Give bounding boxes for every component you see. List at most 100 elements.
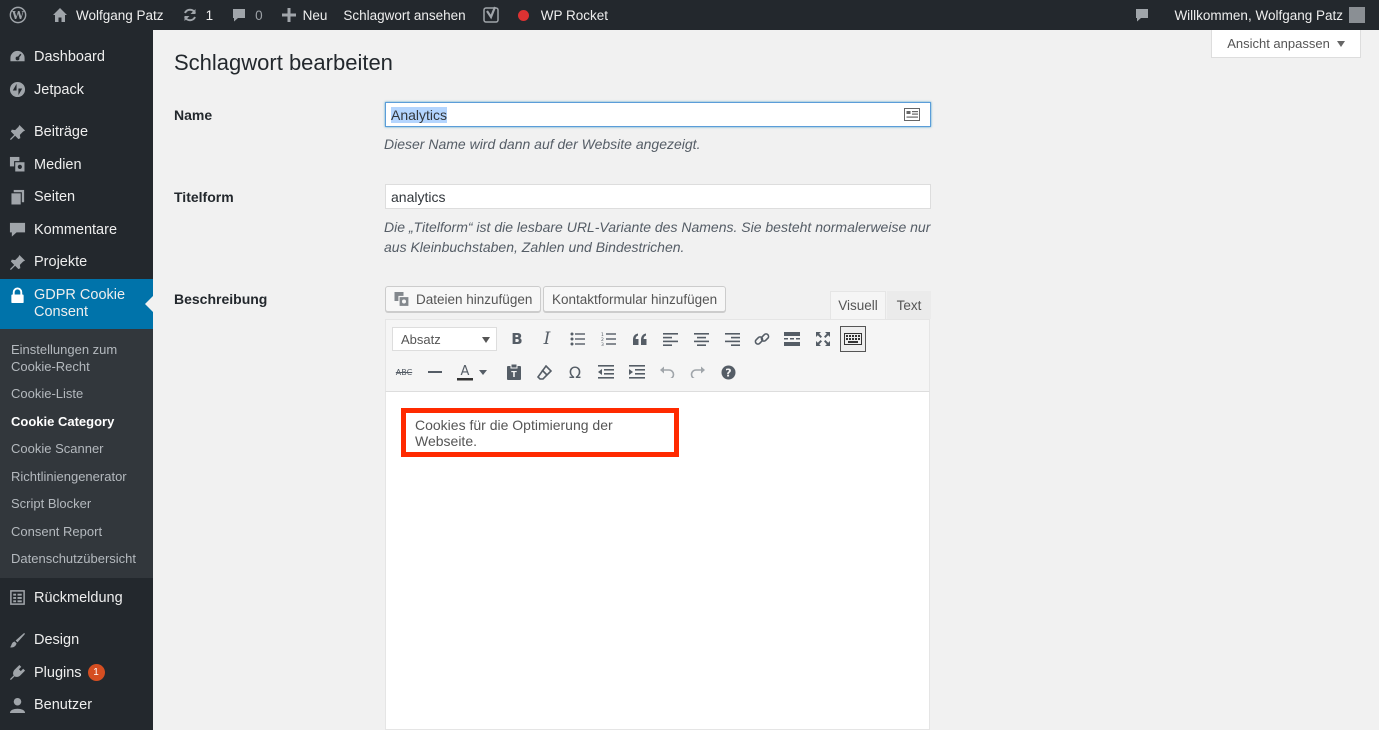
redo-button[interactable]	[686, 360, 710, 384]
sidebar-item-jetpack[interactable]: Jetpack	[0, 74, 153, 107]
quote-icon	[633, 333, 647, 345]
avatar	[1349, 7, 1365, 23]
wp-rocket-menu[interactable]: WP Rocket	[516, 0, 616, 30]
sidebar-item-label: Medien	[34, 156, 82, 173]
select-arrow-icon	[482, 337, 490, 343]
tab-text[interactable]: Text	[887, 291, 931, 319]
svg-text:W: W	[11, 9, 25, 22]
indent-button[interactable]	[625, 360, 649, 384]
jetpack-icon	[8, 81, 26, 99]
sidebar-item-design[interactable]: Design	[0, 624, 153, 657]
numbered-list-button[interactable]: 123	[597, 327, 621, 351]
sidebar-item-media[interactable]: Medien	[0, 149, 153, 182]
text-color-dropdown[interactable]	[476, 360, 490, 384]
updates-count: 1	[205, 7, 214, 23]
text-color-button[interactable]: A	[453, 360, 477, 384]
plugin-icon	[8, 664, 26, 682]
bold-button[interactable]: B	[505, 327, 529, 351]
toolbar-toggle-button[interactable]	[840, 326, 866, 352]
add-media-icon	[394, 291, 410, 307]
screen-options-button[interactable]: Ansicht anpassen	[1211, 30, 1361, 58]
feedback-icon	[8, 589, 26, 607]
omega-icon: Ω	[568, 362, 582, 382]
add-contact-form-button[interactable]: Kontaktformular hinzufügen	[543, 286, 727, 312]
sidebar-item-plugins[interactable]: Plugins 1	[0, 657, 153, 690]
site-name-link[interactable]: Wolfgang Patz	[42, 0, 172, 30]
keyboard-shortcuts-button[interactable]: ?	[716, 360, 740, 384]
sidebar-item-label: Rückmeldung	[34, 589, 123, 606]
paste-as-text-button[interactable]: T	[502, 360, 526, 384]
bullet-list-icon	[570, 332, 585, 346]
sidebar-item-feedback[interactable]: Rückmeldung	[0, 582, 153, 615]
submenu-item-consent-report[interactable]: Consent Report	[0, 519, 153, 544]
view-tag-link[interactable]: Schlagwort ansehen	[335, 0, 473, 30]
svg-text:A: A	[461, 364, 470, 379]
undo-icon	[660, 366, 675, 378]
view-tag-label: Schlagwort ansehen	[343, 7, 466, 23]
updates-link[interactable]: 1	[172, 0, 222, 30]
notification-icon	[1132, 5, 1152, 25]
numbered-list-icon: 123	[601, 332, 616, 346]
name-input[interactable]: Analytics	[385, 102, 931, 127]
tab-visual[interactable]: Visuell	[830, 291, 886, 319]
sidebar-item-users[interactable]: Benutzer	[0, 689, 153, 722]
admin-sidebar: Dashboard Jetpack Beiträge Medien Seiten…	[0, 30, 153, 730]
sidebar-item-posts[interactable]: Beiträge	[0, 116, 153, 149]
brush-icon	[8, 631, 26, 649]
sidebar-item-gdpr-cookie-consent[interactable]: GDPR Cookie Consent	[0, 278, 153, 329]
submenu-item-policy-generator[interactable]: Richtliniengenerator	[0, 464, 153, 489]
slug-input[interactable]: analytics	[385, 184, 931, 209]
clear-formatting-button[interactable]	[532, 360, 556, 384]
media-icon	[8, 156, 26, 174]
sidebar-item-comments[interactable]: Kommentare	[0, 214, 153, 247]
yoast-icon	[482, 5, 502, 25]
sidebar-item-label: Kommentare	[34, 221, 118, 238]
name-description: Dieser Name wird dann auf der Website an…	[384, 136, 701, 152]
format-select-value: Absatz	[401, 331, 441, 347]
text-color-icon: A	[457, 364, 473, 381]
undo-button[interactable]	[655, 360, 679, 384]
plugin-update-badge: 1	[87, 664, 105, 682]
align-right-button[interactable]	[720, 327, 744, 351]
new-content-link[interactable]: Neu	[271, 0, 336, 30]
editor-content-highlight[interactable]: Cookies für die Optimierung der Webseite…	[401, 408, 679, 457]
indent-icon	[629, 365, 645, 379]
blockquote-button[interactable]	[628, 327, 652, 351]
admin-bar: W Wolfgang Patz 1 0 Neu Schlagwort anseh…	[0, 0, 1379, 30]
submenu-item-cookie-law-settings[interactable]: Einstellungen zum Cookie-Recht	[0, 337, 153, 379]
submenu-item-cookie-scanner[interactable]: Cookie Scanner	[0, 436, 153, 461]
bold-icon: B	[511, 330, 523, 348]
sidebar-item-dashboard[interactable]: Dashboard	[0, 41, 153, 74]
submenu-item-cookie-list[interactable]: Cookie-Liste	[0, 381, 153, 406]
italic-button[interactable]: I	[535, 327, 559, 351]
comments-link[interactable]: 0	[221, 0, 271, 30]
horizontal-line-button[interactable]	[423, 360, 447, 384]
sidebar-item-projects[interactable]: Projekte	[0, 246, 153, 279]
home-icon	[50, 5, 70, 25]
format-select[interactable]: Absatz	[392, 327, 497, 351]
yoast-menu[interactable]	[474, 0, 516, 30]
outdent-button[interactable]	[594, 360, 618, 384]
fullscreen-button[interactable]	[811, 327, 835, 351]
align-center-button[interactable]	[689, 327, 713, 351]
strikethrough-button[interactable]: ABC	[392, 360, 416, 384]
autofill-card-icon[interactable]	[904, 108, 920, 124]
bullet-list-button[interactable]	[566, 327, 590, 351]
wp-logo-menu[interactable]: W	[0, 0, 42, 30]
add-media-button[interactable]: Dateien hinzufügen	[385, 286, 542, 312]
read-more-button[interactable]	[780, 327, 804, 351]
submenu-item-privacy-overview[interactable]: Datenschutzübersicht	[0, 546, 153, 571]
special-character-button[interactable]: Ω	[563, 360, 587, 384]
pin-icon	[8, 253, 26, 271]
insert-link-button[interactable]	[750, 327, 774, 351]
horizontal-line-icon	[428, 371, 442, 373]
align-left-button[interactable]	[658, 327, 682, 351]
update-icon	[180, 5, 200, 25]
site-name: Wolfgang Patz	[76, 7, 164, 23]
my-account-menu[interactable]: Willkommen, Wolfgang Patz	[1166, 0, 1379, 30]
sidebar-item-pages[interactable]: Seiten	[0, 181, 153, 214]
submenu-item-script-blocker[interactable]: Script Blocker	[0, 491, 153, 516]
notifications-link[interactable]	[1124, 0, 1166, 30]
slug-label: Titelform	[174, 189, 234, 205]
submenu-item-cookie-category[interactable]: Cookie Category	[0, 409, 153, 434]
